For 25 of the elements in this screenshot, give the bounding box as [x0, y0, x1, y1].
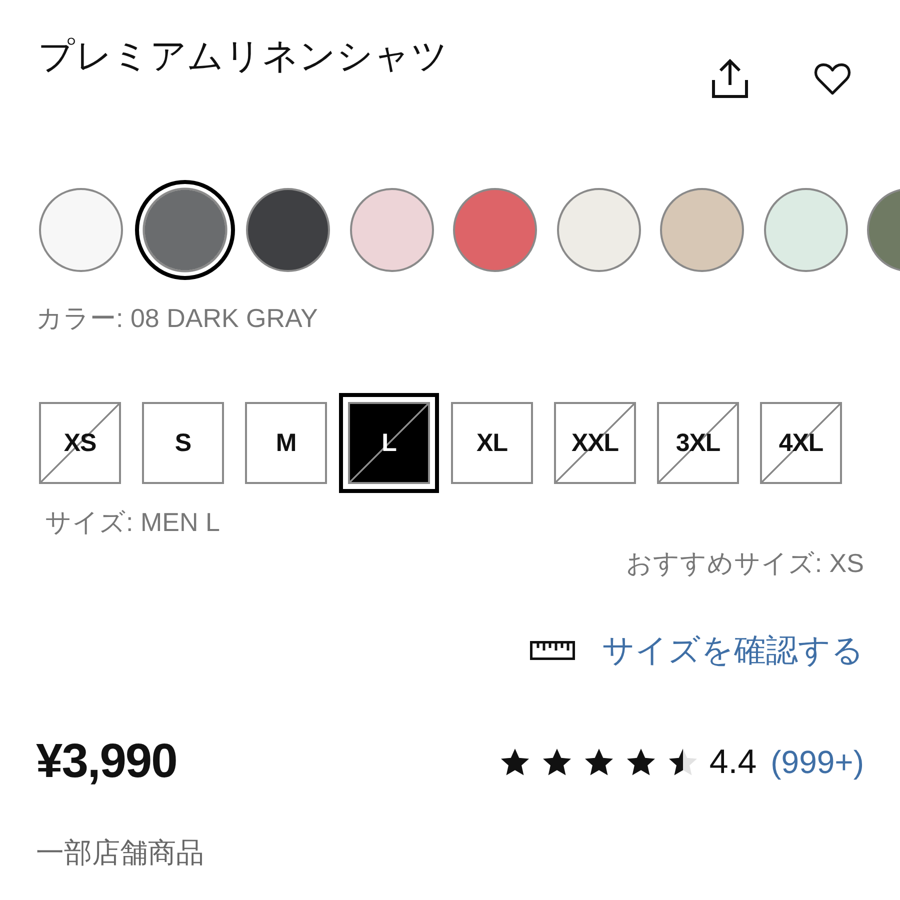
- rating-score: 4.4: [709, 742, 757, 782]
- star-icon: [543, 748, 572, 776]
- size-option[interactable]: XXL: [554, 402, 636, 484]
- star-icon: [501, 748, 530, 776]
- size-label: サイズ: MEN L: [45, 507, 220, 537]
- share-icon[interactable]: [712, 58, 748, 98]
- review-count-link[interactable]: (999+): [770, 742, 864, 782]
- recommended-size: おすすめサイズ: XS: [626, 548, 864, 578]
- size-option[interactable]: XS: [39, 402, 121, 484]
- size-option[interactable]: L: [339, 393, 439, 493]
- ruler-icon: [530, 640, 575, 660]
- size-guide-link[interactable]: サイズを確認する: [602, 630, 864, 670]
- heart-icon[interactable]: [812, 61, 853, 97]
- size-option[interactable]: S: [142, 402, 224, 484]
- size-option[interactable]: XL: [451, 402, 533, 484]
- size-option[interactable]: M: [245, 402, 327, 484]
- color-label: カラー: 08 DARK GRAY: [36, 303, 318, 333]
- price: ¥3,990: [36, 734, 177, 790]
- size-option[interactable]: 4XL: [760, 402, 842, 484]
- star-icon: [627, 748, 656, 776]
- star-icon: [585, 748, 614, 776]
- half-star-icon: [669, 748, 698, 776]
- store-availability-note: 一部店舗商品: [36, 837, 204, 868]
- product-title: プレミアムリネンシャツ: [38, 34, 448, 77]
- size-option[interactable]: 3XL: [657, 402, 739, 484]
